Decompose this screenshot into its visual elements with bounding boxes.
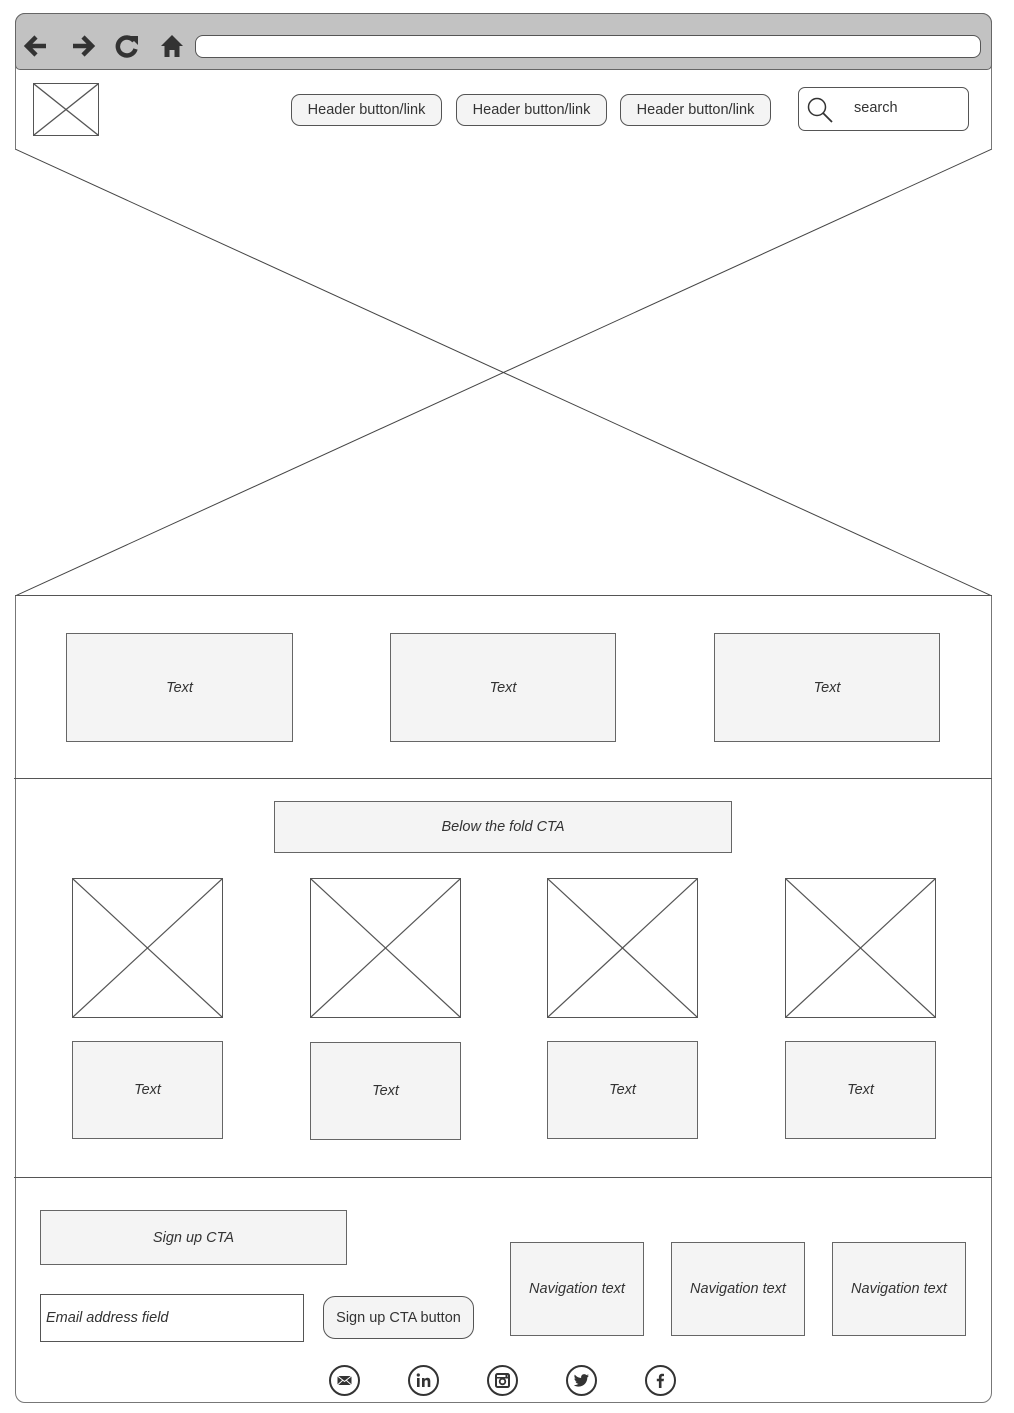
email-field[interactable]: Email address field (40, 1294, 304, 1342)
card-image-4 (785, 878, 936, 1018)
below-fold-cta[interactable]: Below the fold CTA (274, 801, 732, 853)
card-image-2 (310, 878, 461, 1018)
header-button-1[interactable]: Header button/link (291, 94, 442, 126)
back-arrow-icon[interactable] (20, 30, 52, 62)
hero-divider (15, 595, 992, 596)
instagram-icon[interactable] (487, 1365, 518, 1396)
features-divider (14, 778, 992, 779)
card-text-1: Text (72, 1041, 223, 1139)
logo-placeholder[interactable] (33, 83, 99, 136)
header-button-3[interactable]: Header button/link (620, 94, 771, 126)
hero-image-placeholder (15, 149, 992, 596)
feature-text-3: Text (714, 633, 940, 742)
image-placeholder-icon (311, 879, 460, 1017)
feature-text-1: Text (66, 633, 293, 742)
card-text-4: Text (785, 1041, 936, 1139)
search-icon (807, 97, 833, 123)
search-placeholder: search (854, 100, 898, 116)
image-placeholder-icon (73, 879, 222, 1017)
reload-icon[interactable] (111, 30, 143, 62)
twitter-icon[interactable] (566, 1365, 597, 1396)
url-bar[interactable] (195, 35, 981, 58)
linkedin-icon[interactable] (408, 1365, 439, 1396)
card-image-1 (72, 878, 223, 1018)
feature-text-2: Text (390, 633, 616, 742)
email-icon[interactable] (329, 1365, 360, 1396)
card-text-3: Text (547, 1041, 698, 1139)
facebook-icon[interactable] (645, 1365, 676, 1396)
search-input[interactable]: search (798, 87, 969, 131)
card-text-2: Text (310, 1042, 461, 1140)
image-placeholder-icon (15, 149, 992, 596)
home-icon[interactable] (156, 30, 188, 62)
footer-divider (14, 1177, 992, 1178)
forward-arrow-icon[interactable] (67, 30, 99, 62)
card-image-3 (547, 878, 698, 1018)
header-button-2[interactable]: Header button/link (456, 94, 607, 126)
signup-button[interactable]: Sign up CTA button (323, 1296, 474, 1339)
footer-nav-1[interactable]: Navigation text (510, 1242, 644, 1336)
image-placeholder-icon (786, 879, 935, 1017)
image-placeholder-icon (548, 879, 697, 1017)
image-placeholder-icon (34, 84, 98, 135)
footer-nav-2[interactable]: Navigation text (671, 1242, 805, 1336)
signup-cta: Sign up CTA (40, 1210, 347, 1265)
footer-nav-3[interactable]: Navigation text (832, 1242, 966, 1336)
